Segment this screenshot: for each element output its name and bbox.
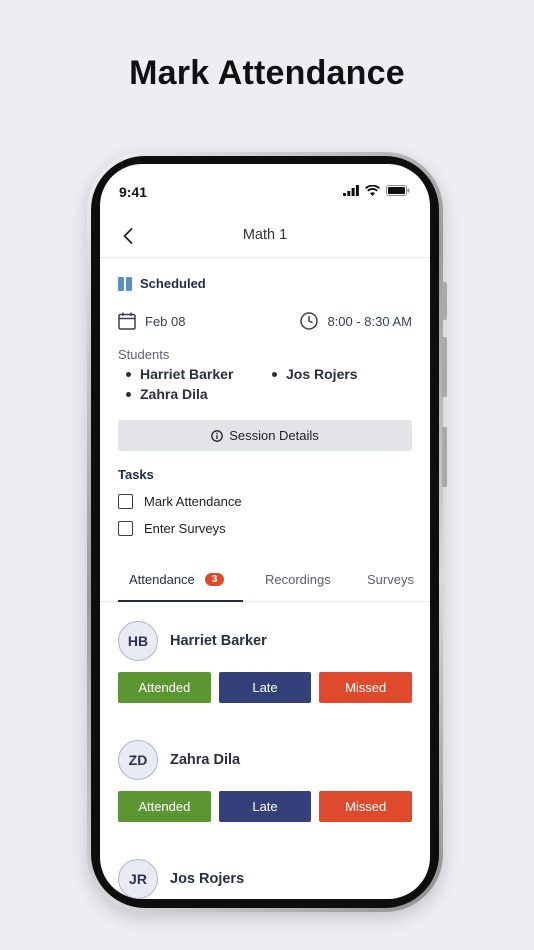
avatar: ZD [118,740,158,780]
date-text: Feb 08 [145,313,186,329]
book-icon [118,276,132,291]
task-enter-surveys[interactable]: Enter Surveys [118,521,412,536]
calendar-icon [118,312,136,330]
student-item: Harriet Barker [118,366,264,382]
active-tab-indicator [118,600,243,602]
clock-icon [300,312,319,330]
missed-button[interactable]: Missed [319,791,413,822]
info-icon [211,429,224,442]
late-button[interactable]: Late [218,672,312,703]
task-label: Mark Attendance [144,494,242,509]
tab-label: Attendance [129,572,195,587]
time-text: 8:00 - 8:30 AM [327,313,412,329]
session-time: 8:00 - 8:30 AM [300,312,412,330]
student-name: Jos Rojers [170,871,245,887]
status-label: Scheduled [140,276,206,291]
tab-recordings[interactable]: Recordings [265,572,331,587]
task-checkbox[interactable] [118,521,133,536]
app-screen: 9:41 Math 1 Scheduled Feb 08 8:00 - 8:30… [100,164,430,899]
students-list: Harriet Barker Jos Rojers Zahra Dila [118,366,412,402]
attendance-row: HB Harriet Barker Attended Late Missed [118,621,413,703]
task-checkbox[interactable] [118,494,133,509]
students-label: Students [118,347,170,362]
tab-attendance[interactable]: Attendance 3 [129,572,225,587]
session-date: Feb 08 [118,312,185,330]
session-info: Feb 08 8:00 - 8:30 AM [118,311,412,331]
status-bar: 9:41 [100,182,430,204]
tab-label: Surveys [367,572,414,587]
student-name: Zahra Dila [170,752,241,768]
session-status: Scheduled [118,276,412,291]
nav-header: Math 1 [100,214,430,258]
attendance-row: ZD Zahra Dila Attended Late Missed [118,740,413,822]
attendance-row: JR Jos Rojers [118,859,412,899]
tab-surveys[interactable]: Surveys [367,572,414,587]
student-item: Jos Rojers [264,366,412,382]
student-name: Harriet Barker [170,633,267,649]
page-headline: Mark Attendance [129,54,405,92]
page-title: Math 1 [242,227,288,243]
wifi-icon [365,185,380,196]
battery-icon [386,185,410,196]
task-mark-attendance[interactable]: Mark Attendance [118,494,412,509]
avatar: JR [118,859,158,899]
tab-label: Recordings [265,572,331,587]
missed-button[interactable]: Missed [319,672,413,703]
late-button[interactable]: Late [218,791,312,822]
task-label: Enter Surveys [144,521,226,536]
session-details-label: Session Details [229,428,319,443]
attendance-count-badge: 3 [204,573,225,586]
status-time: 9:41 [119,184,148,200]
attended-button[interactable]: Attended [118,791,211,822]
avatar: HB [118,621,158,661]
cellular-signal-icon [343,185,359,196]
session-details-button[interactable]: Session Details [118,420,412,451]
attended-button[interactable]: Attended [118,672,211,703]
tab-bar: Attendance 3 Recordings Surveys [100,564,430,602]
tasks-label: Tasks [118,467,154,482]
student-item: Zahra Dila [118,386,264,402]
